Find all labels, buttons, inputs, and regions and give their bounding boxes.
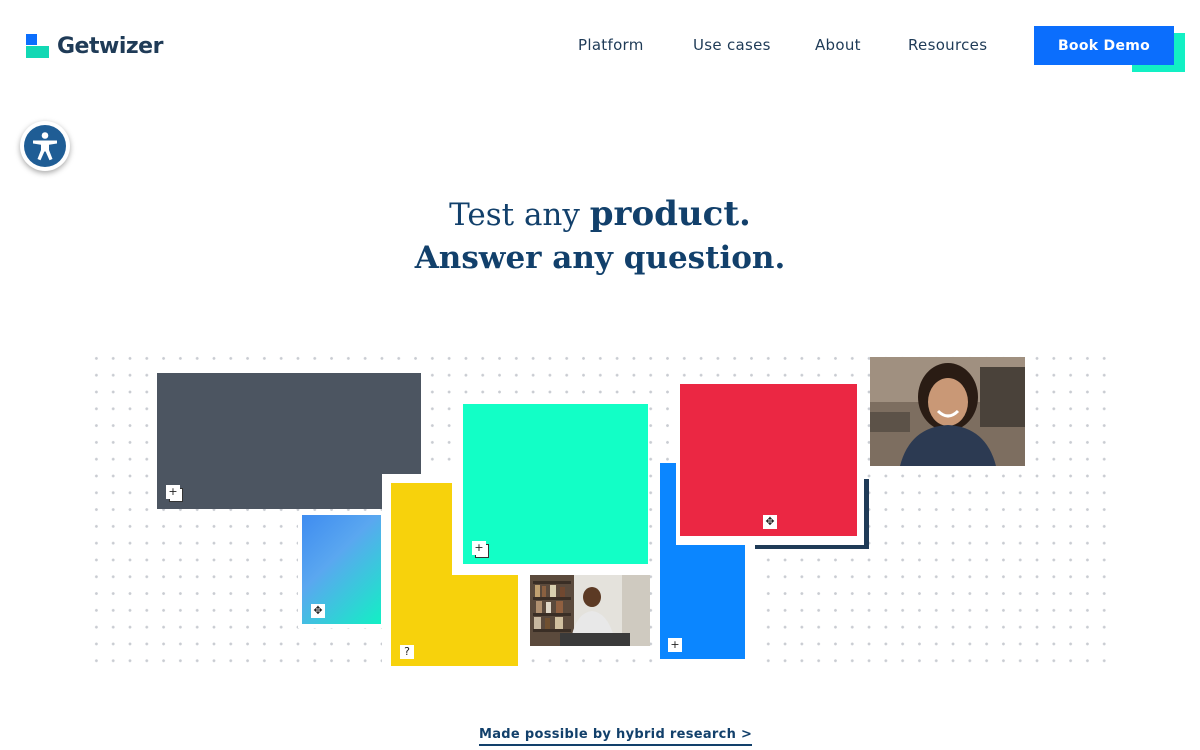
plus-icon: + bbox=[472, 541, 486, 555]
move-icon: ✥ bbox=[311, 604, 325, 618]
question-icon: ? bbox=[400, 645, 414, 659]
move-icon: ✥ bbox=[763, 515, 777, 529]
hero-collage: + ✥ ? + + ✥ bbox=[0, 0, 1200, 750]
plus-icon: + bbox=[668, 638, 682, 652]
participant-photo-woman bbox=[870, 357, 1025, 466]
plus-icon: + bbox=[166, 485, 180, 499]
hybrid-research-link[interactable]: Made possible by hybrid research > bbox=[479, 727, 753, 746]
aqua-block bbox=[463, 404, 648, 564]
red-block bbox=[680, 384, 857, 536]
participant-photo-man bbox=[530, 575, 650, 646]
